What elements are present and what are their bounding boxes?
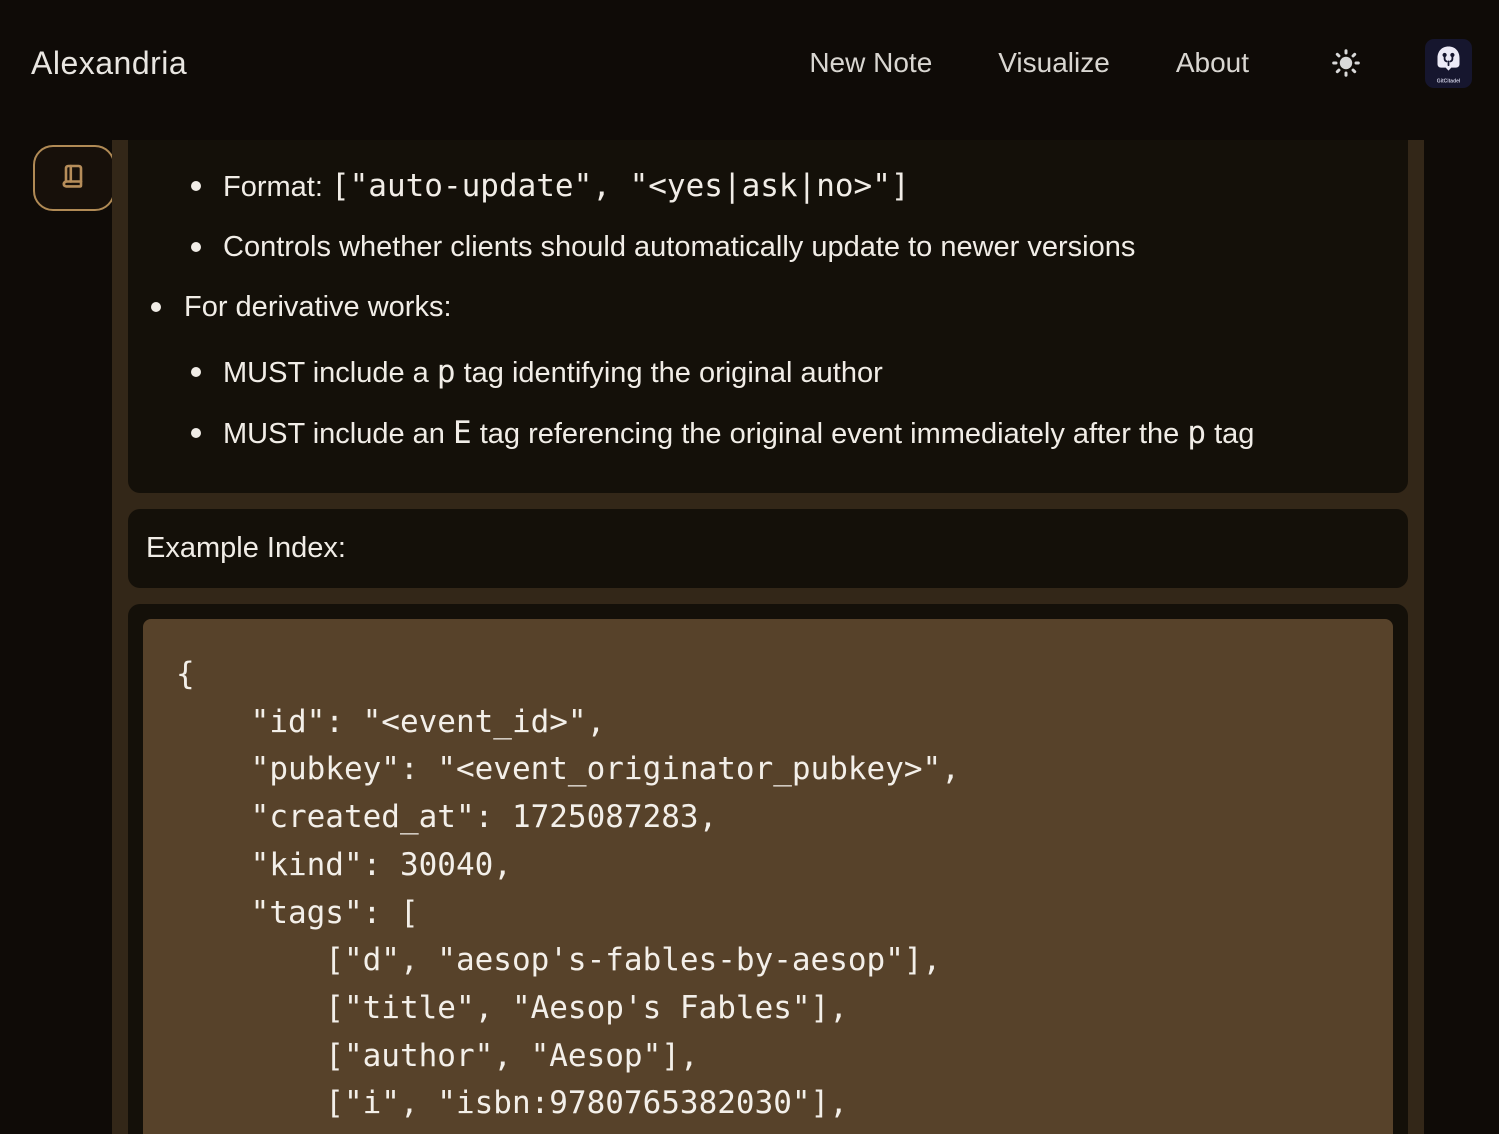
gitcitadel-shield-icon: GitCitadel: [1425, 39, 1472, 88]
sun-icon: [1331, 48, 1361, 78]
brand-logo[interactable]: Alexandria: [31, 45, 187, 82]
code-block: { "id": "<event_id>", "pubkey": "<event_…: [143, 619, 1393, 1134]
list-item: MUST include an E tag referencing the or…: [128, 414, 1388, 453]
list-item: Controls whether clients should automati…: [128, 228, 1388, 266]
svg-text:GitCitadel: GitCitadel: [1437, 78, 1461, 84]
example-index-label: Example Index:: [146, 532, 1390, 565]
sidebar-toggle-button[interactable]: [33, 145, 115, 211]
bullet-list: Format: ["auto-update", "<yes|ask|no>"] C…: [128, 167, 1388, 453]
nav-item-about[interactable]: About: [1176, 47, 1249, 79]
nav-item-visualize[interactable]: Visualize: [998, 47, 1110, 79]
example-index-card: Example Index:: [128, 509, 1408, 588]
book-icon: [54, 158, 94, 198]
spec-rules-card: Format: ["auto-update", "<yes|ask|no>"] C…: [128, 140, 1408, 493]
example-code-card: { "id": "<event_id>", "pubkey": "<event_…: [128, 604, 1408, 1134]
list-item: Format: ["auto-update", "<yes|ask|no>"]: [128, 167, 1388, 206]
list-item: For derivative works:: [128, 288, 1388, 326]
gitcitadel-logo[interactable]: GitCitadel: [1425, 39, 1472, 88]
header-nav: New Note Visualize About: [809, 47, 1249, 79]
nav-item-new-note[interactable]: New Note: [809, 47, 932, 79]
header: Alexandria New Note Visualize About: [0, 0, 1499, 140]
theme-toggle-button[interactable]: [1329, 46, 1363, 80]
content-container: Format: ["auto-update", "<yes|ask|no>"] C…: [112, 140, 1424, 1134]
list-item: MUST include a p tag identifying the ori…: [128, 353, 1388, 392]
